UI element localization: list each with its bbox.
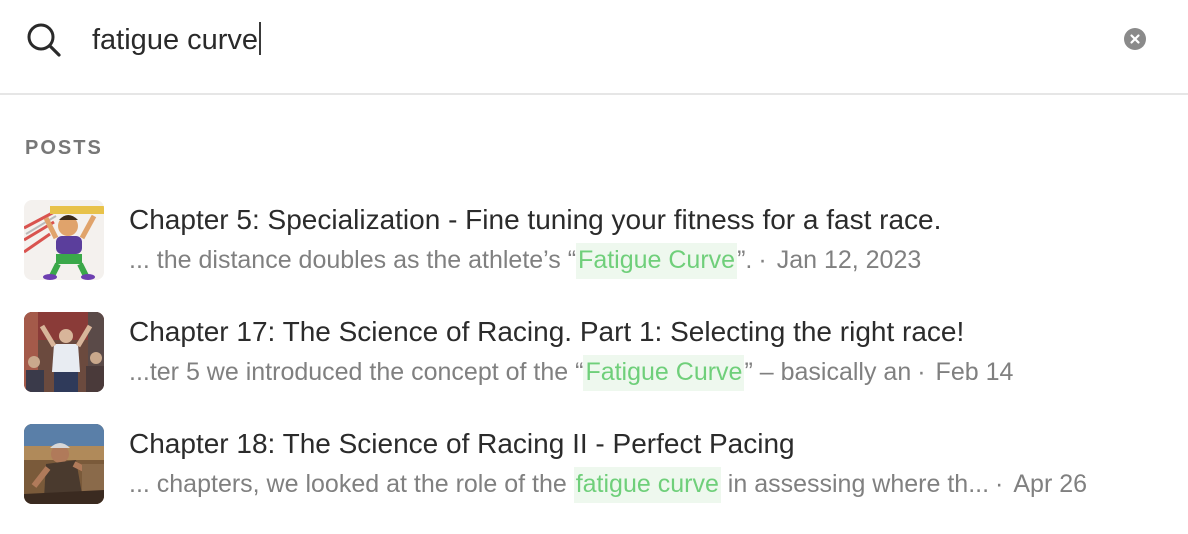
result-title[interactable]: Chapter 17: The Science of Racing. Part … (129, 316, 964, 348)
search-result-item[interactable]: Chapter 17: The Science of Racing. Part … (0, 312, 1188, 410)
separator-dot: · (995, 470, 1004, 498)
search-query-text: fatigue curve (92, 24, 259, 56)
result-title[interactable]: Chapter 18: The Science of Racing II - P… (129, 428, 795, 460)
section-label-posts: POSTS (25, 137, 103, 159)
post-thumbnail (24, 424, 104, 504)
separator-dot: · (917, 358, 926, 386)
search-match-highlight: fatigue curve (573, 467, 721, 503)
result-date: Feb 14 (935, 358, 1014, 386)
result-snippet: ... chapters, we looked at the role of t… (129, 467, 1088, 503)
snippet-text: ”. (737, 246, 753, 274)
search-result-item[interactable]: Chapter 18: The Science of Racing II - P… (0, 424, 1188, 522)
result-date: Apr 26 (1013, 470, 1088, 498)
snippet-text: ” – basically an (744, 358, 912, 386)
clear-search-button[interactable] (1124, 28, 1146, 50)
search-result-item[interactable]: Chapter 5: Specialization - Fine tuning … (0, 200, 1188, 298)
search-input[interactable]: fatigue curve (92, 22, 262, 58)
close-icon (1130, 34, 1140, 44)
post-thumbnail (24, 200, 104, 280)
result-title[interactable]: Chapter 5: Specialization - Fine tuning … (129, 204, 941, 236)
text-caret (259, 22, 262, 55)
snippet-text: ... chapters, we looked at the role of t… (129, 470, 574, 498)
search-icon (26, 22, 62, 58)
snippet-text: in assessing where th... (720, 470, 990, 498)
result-snippet: ... the distance doubles as the athlete’… (129, 243, 922, 279)
post-thumbnail (24, 312, 104, 392)
search-match-highlight: Fatigue Curve (583, 355, 745, 391)
search-bar: fatigue curve (0, 0, 1188, 95)
snippet-text: ...ter 5 we introduced the concept of th… (129, 358, 584, 386)
result-date: Jan 12, 2023 (776, 246, 922, 274)
separator-dot: · (758, 246, 767, 274)
result-snippet: ...ter 5 we introduced the concept of th… (129, 355, 1014, 391)
search-match-highlight: Fatigue Curve (576, 243, 738, 279)
snippet-text: ... the distance doubles as the athlete’… (129, 246, 577, 274)
